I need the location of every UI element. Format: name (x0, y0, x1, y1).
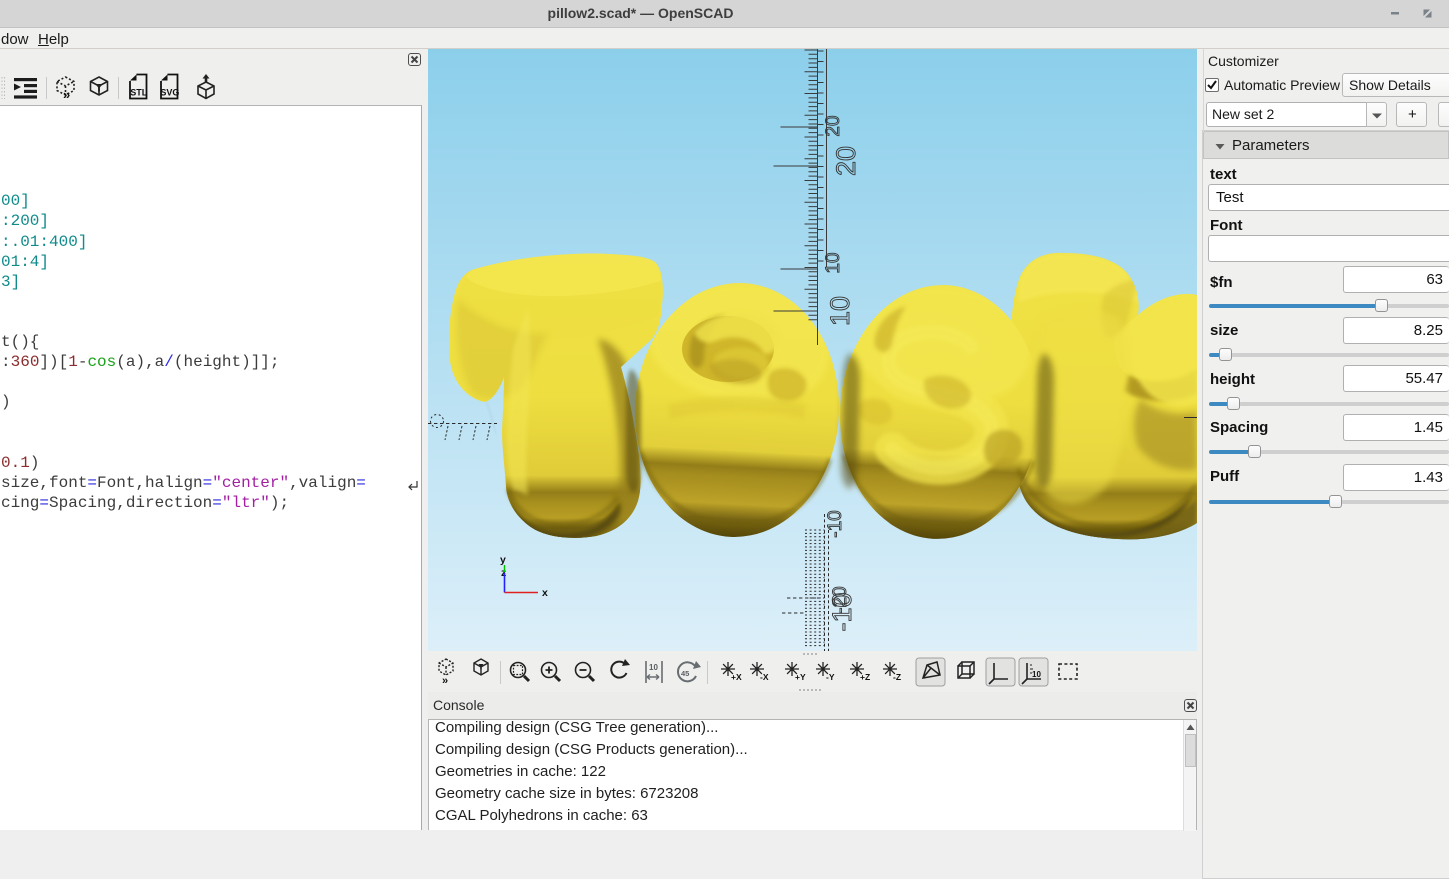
svg-text:-Z: -Z (893, 672, 901, 682)
svg-text:10: 10 (823, 252, 844, 273)
svg-text:y: y (500, 554, 506, 566)
svg-text:20: 20 (823, 115, 844, 136)
svg-text:STL: STL (130, 88, 148, 98)
svg-text:-X: -X (760, 672, 769, 682)
svg-text:-Y: -Y (826, 672, 835, 682)
svg-text:»: » (442, 675, 448, 687)
svg-text:10: 10 (825, 296, 855, 326)
svg-text:10: 10 (649, 663, 658, 672)
svg-text:20: 20 (831, 146, 861, 176)
svg-text:z: z (501, 567, 506, 579)
svg-text:x: x (542, 587, 548, 599)
svg-text:+Y: +Y (795, 672, 806, 682)
svg-text:+X: +X (731, 672, 742, 682)
svg-text:-10: -10 (827, 592, 857, 631)
svg-text:»: » (63, 87, 70, 101)
svg-text:10: 10 (1032, 670, 1041, 679)
svg-text:+Z: +Z (860, 672, 870, 682)
svg-text:45: 45 (681, 669, 689, 678)
svg-text:-10: -10 (825, 510, 846, 537)
svg-text:SVG: SVG (160, 88, 179, 98)
